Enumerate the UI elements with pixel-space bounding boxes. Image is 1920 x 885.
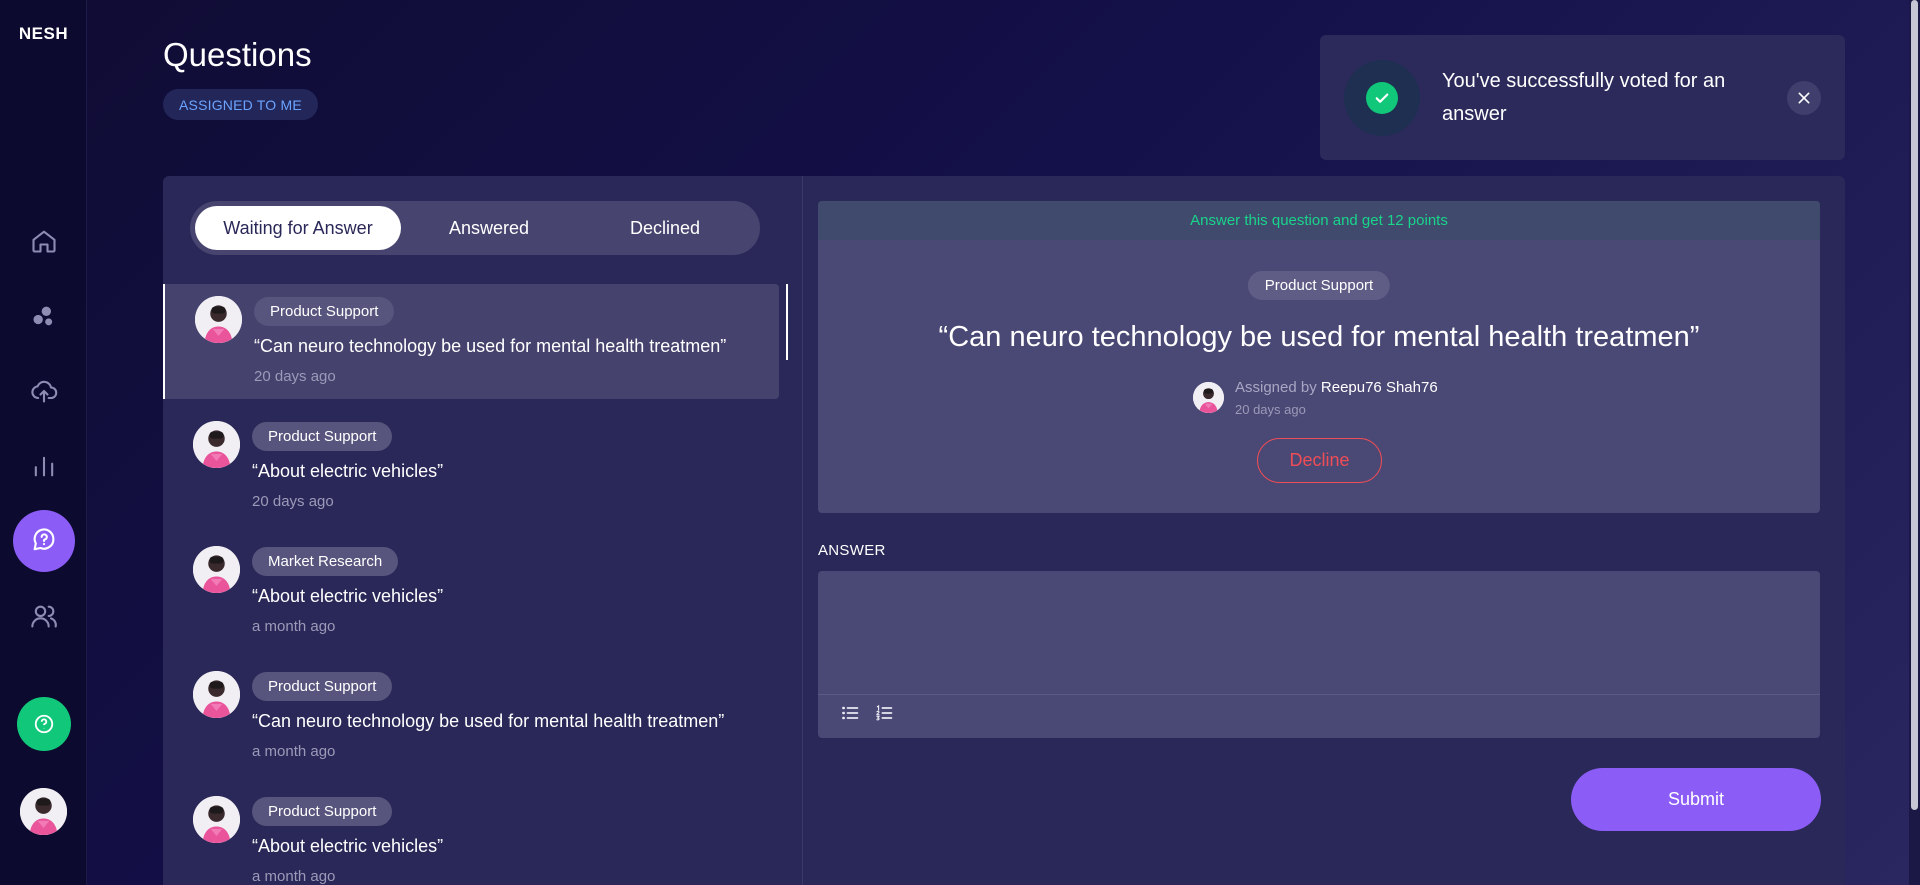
home-icon xyxy=(32,230,56,253)
points-banner: Answer this question and get 12 points xyxy=(818,201,1820,240)
submit-button[interactable]: Submit xyxy=(1571,768,1821,831)
question-category-tag: Product Support xyxy=(252,797,393,826)
detail-category-tag: Product Support xyxy=(1247,271,1391,300)
bubbles-icon xyxy=(33,306,53,326)
questions-panel: Waiting for Answer Answered Declined Pro… xyxy=(163,176,1845,885)
assigned-to-me-filter[interactable]: ASSIGNED TO ME xyxy=(163,89,318,120)
answer-input[interactable] xyxy=(818,571,1820,695)
toast-message: You've successfully voted for an answer xyxy=(1442,69,1726,125)
tab-waiting-for-answer[interactable]: Waiting for Answer xyxy=(195,206,401,250)
check-circle-icon xyxy=(1366,81,1398,114)
question-list-item[interactable]: Market Research “About electric vehicles… xyxy=(163,534,779,649)
sidebar-item-circles[interactable] xyxy=(13,285,75,347)
user-avatar[interactable] xyxy=(20,788,67,835)
question-title: “About electric vehicles” xyxy=(252,586,444,606)
editor-toolbar xyxy=(818,695,1820,731)
question-category-tag: Market Research xyxy=(252,547,399,576)
asker-avatar xyxy=(193,796,240,843)
list-scroll-indicator[interactable] xyxy=(786,284,788,360)
success-toast: You've successfully voted for an answer xyxy=(1320,35,1845,160)
question-list-column: Waiting for Answer Answered Declined Pro… xyxy=(163,176,803,885)
question-title: “Can neuro technology be used for mental… xyxy=(254,336,727,356)
scrollbar-thumb[interactable] xyxy=(1911,0,1918,810)
question-time: a month ago xyxy=(252,618,336,635)
question-time: 20 days ago xyxy=(252,493,334,510)
assigner-avatar xyxy=(1193,382,1224,413)
asker-avatar xyxy=(193,546,240,593)
tab-answered[interactable]: Answered xyxy=(401,206,577,250)
question-title: “Can neuro technology be used for mental… xyxy=(252,711,725,731)
sidebar-item-home[interactable] xyxy=(13,210,75,272)
bullet-list-icon[interactable] xyxy=(840,703,860,723)
asker-avatar xyxy=(193,421,240,468)
question-time: a month ago xyxy=(252,868,336,885)
question-time: 20 days ago xyxy=(254,368,336,385)
question-detail-card: Answer this question and get 12 points P… xyxy=(818,201,1820,513)
question-title: “About electric vehicles” xyxy=(252,461,444,481)
question-title: “About electric vehicles” xyxy=(252,836,444,856)
assigned-by-text: Assigned by Reepu76 Shah76 xyxy=(1235,379,1438,396)
detail-question-title: “Can neuro technology be used for mental… xyxy=(938,321,1700,353)
answer-editor xyxy=(818,571,1820,738)
answer-label: ANSWER xyxy=(818,542,886,559)
page-title: Questions xyxy=(163,36,312,73)
toast-icon-wrapper xyxy=(1344,59,1420,136)
close-icon xyxy=(1798,92,1810,103)
cloud-upload-icon xyxy=(31,380,58,403)
sidebar-item-upload[interactable] xyxy=(13,360,75,422)
question-circle-icon xyxy=(34,714,54,734)
page-scrollbar[interactable] xyxy=(1909,0,1920,885)
toast-close-button[interactable] xyxy=(1787,80,1821,115)
question-category-tag: Product Support xyxy=(254,297,395,326)
sidebar-item-questions[interactable] xyxy=(13,510,75,572)
sidebar-item-users[interactable] xyxy=(13,585,75,647)
question-category-tag: Product Support xyxy=(252,422,393,451)
question-list-item[interactable]: Product Support “About electric vehicles… xyxy=(163,409,779,524)
question-list-item[interactable]: Product Support “About electric vehicles… xyxy=(163,784,779,885)
question-category-tag: Product Support xyxy=(252,672,393,701)
sidebar: NESH xyxy=(0,0,87,885)
app-logo[interactable]: NESH xyxy=(0,24,87,44)
sidebar-item-analytics[interactable] xyxy=(13,435,75,497)
asker-avatar xyxy=(193,671,240,718)
assigner-name: Reepu76 Shah76 xyxy=(1320,379,1438,396)
question-list-item[interactable]: Product Support “Can neuro technology be… xyxy=(163,284,779,399)
help-button[interactable] xyxy=(17,697,71,751)
bar-chart-icon xyxy=(34,456,54,477)
tab-declined[interactable]: Declined xyxy=(577,206,753,250)
decline-button[interactable]: Decline xyxy=(1257,438,1382,483)
asker-avatar xyxy=(195,296,242,343)
question-time: a month ago xyxy=(252,743,336,760)
numbered-list-icon[interactable] xyxy=(874,703,894,723)
users-icon xyxy=(31,605,57,628)
question-list-item[interactable]: Product Support “Can neuro technology be… xyxy=(163,659,779,774)
assigned-time: 20 days ago xyxy=(1235,402,1306,417)
chat-question-icon xyxy=(33,528,55,551)
status-tabs: Waiting for Answer Answered Declined xyxy=(190,201,760,255)
assigned-by-prefix: Assigned by xyxy=(1235,379,1317,396)
